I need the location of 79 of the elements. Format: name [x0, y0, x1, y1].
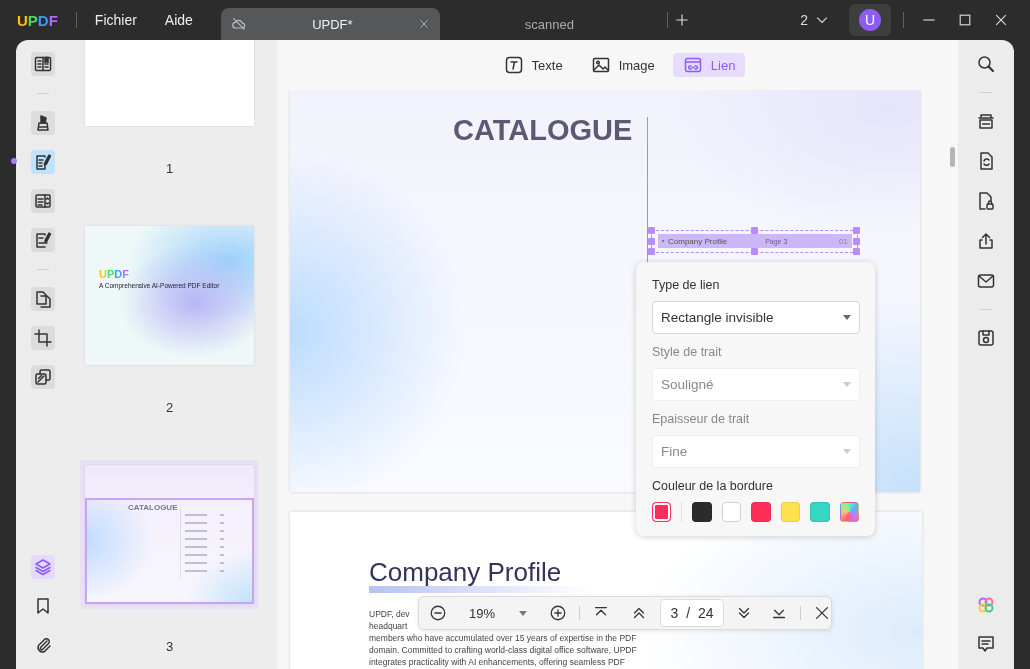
- document-sign-icon: [33, 230, 53, 250]
- caret-icon[interactable]: [519, 610, 528, 616]
- tool-button[interactable]: [31, 365, 55, 389]
- document-pen-icon: [33, 152, 53, 172]
- save-icon[interactable]: [976, 328, 996, 348]
- body-text-line: integrates practicality with AI enhancements, offering seamless PDF: [369, 656, 625, 668]
- color-swatch[interactable]: [721, 502, 742, 522]
- dropdown: Souligné: [652, 368, 860, 401]
- current-color-swatch[interactable]: [652, 502, 672, 522]
- window-count[interactable]: 2: [800, 12, 830, 28]
- crop-icon: [33, 328, 53, 348]
- caret-icon: [843, 315, 851, 320]
- caret-icon: [843, 449, 851, 454]
- catalogue-title: CATALOGUE: [453, 114, 633, 147]
- zoom-in-icon[interactable]: [549, 604, 568, 622]
- layers-icon: [33, 557, 53, 577]
- avatar-button[interactable]: U: [849, 4, 891, 36]
- document-tab[interactable]: UPDF*: [220, 8, 440, 40]
- image-tool-button[interactable]: Image: [580, 53, 665, 77]
- overlay-icon: [33, 367, 53, 387]
- page-number: 2: [165, 401, 174, 415]
- scrollbar[interactable]: [950, 147, 955, 167]
- tool-button[interactable]: [31, 111, 55, 135]
- tool-button[interactable]: [31, 189, 55, 213]
- close-icon[interactable]: [993, 12, 1009, 28]
- resize-handle[interactable]: [750, 248, 758, 255]
- body-text-line: domain. Committed to crafting world-class digital office software, UPDF: [369, 644, 637, 656]
- page-number: 1: [165, 162, 174, 176]
- flower-icon[interactable]: [976, 595, 996, 615]
- lock-document-icon[interactable]: [976, 191, 996, 211]
- field-label: Epaisseur de trait: [652, 412, 751, 426]
- search-icon[interactable]: [976, 54, 996, 74]
- text-icon: [503, 55, 524, 75]
- tool-button[interactable]: [31, 150, 55, 174]
- zoom-level[interactable]: 19%: [469, 605, 496, 621]
- page-number: 3: [165, 640, 174, 654]
- tool-button[interactable]: [31, 287, 55, 311]
- pages-icon: [33, 289, 53, 309]
- cloud-off-icon: [230, 16, 247, 32]
- body-text-line: members who have accumulated over 15 years of expertise in the PDF: [369, 632, 637, 644]
- tool-button[interactable]: [31, 52, 55, 76]
- scanner-icon[interactable]: [976, 111, 996, 131]
- avatar: U: [859, 9, 881, 31]
- body-text-line: UPDF, dev: [369, 608, 410, 620]
- share-icon[interactable]: [976, 231, 996, 251]
- thumbnail-logo: UPDF: [99, 268, 129, 280]
- form-icon: [33, 191, 53, 211]
- resize-handle[interactable]: [750, 227, 758, 234]
- zoom-out-icon[interactable]: [429, 604, 447, 622]
- active-indicator: [11, 158, 17, 164]
- page-thumbnail[interactable]: [85, 40, 254, 126]
- toc-entry: Company Profile: [668, 236, 728, 246]
- page-number-field[interactable]: 3 / 24: [660, 599, 724, 627]
- tool-button[interactable]: [31, 228, 55, 252]
- field-label: Type de lien: [652, 278, 721, 292]
- toc-number: 01: [839, 236, 848, 246]
- body-text-line: headquart: [369, 620, 408, 632]
- tool-button[interactable]: [31, 326, 55, 350]
- menu-item[interactable]: Fichier: [94, 12, 137, 28]
- field-label: Couleur de la bordure: [652, 479, 774, 493]
- plus-icon[interactable]: [673, 12, 690, 28]
- caret-icon: [843, 382, 851, 387]
- link-icon: [682, 55, 703, 75]
- mail-icon[interactable]: [976, 271, 996, 291]
- comment-icon[interactable]: [976, 634, 996, 654]
- field-label: Style de trait: [652, 345, 723, 359]
- page-thumbnail[interactable]: CATALOGUE: [85, 465, 254, 604]
- menu-item[interactable]: Aide: [164, 12, 193, 28]
- image-icon: [590, 55, 611, 75]
- close-icon[interactable]: [813, 604, 831, 622]
- gradient-color-swatch[interactable]: [839, 502, 860, 522]
- thumbnail-title: CATALOGUE: [128, 503, 178, 512]
- book-icon: [33, 54, 53, 74]
- text-tool-button[interactable]: Texte: [493, 53, 573, 77]
- maximize-icon[interactable]: [957, 12, 973, 28]
- section-title: Company Profile: [369, 557, 562, 588]
- dropdown[interactable]: Rectangle invisible: [652, 301, 860, 334]
- document-tab[interactable]: scanned: [439, 8, 659, 40]
- dropdown: Fine: [652, 435, 860, 468]
